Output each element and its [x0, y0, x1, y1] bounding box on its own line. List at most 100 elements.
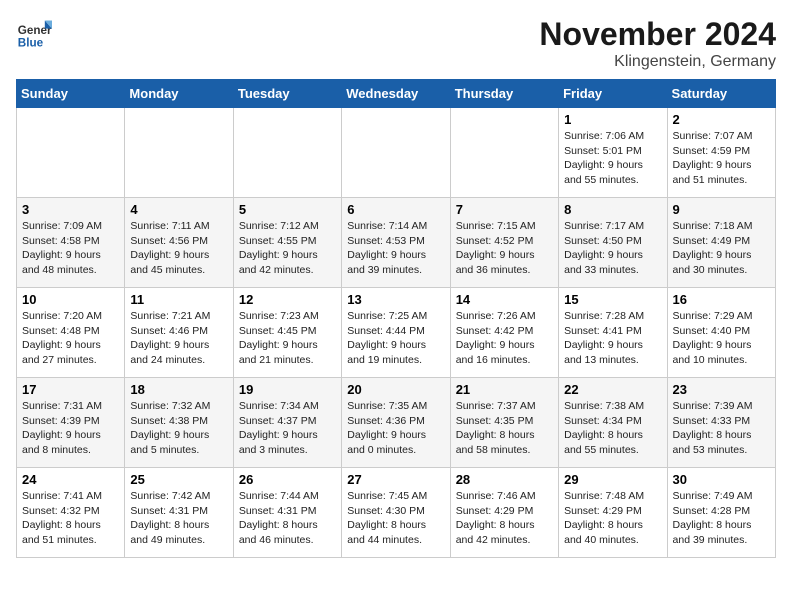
day-info: Sunrise: 7:07 AMSunset: 4:59 PMDaylight:… — [673, 129, 770, 188]
calendar-cell: 30 Sunrise: 7:49 AMSunset: 4:28 PMDaylig… — [667, 468, 775, 558]
page-header: General Blue November 2024 Klingenstein,… — [16, 16, 776, 71]
calendar-cell: 10 Sunrise: 7:20 AMSunset: 4:48 PMDaylig… — [17, 288, 125, 378]
day-info: Sunrise: 7:26 AMSunset: 4:42 PMDaylight:… — [456, 309, 553, 368]
day-number: 14 — [456, 292, 553, 307]
calendar-cell: 5 Sunrise: 7:12 AMSunset: 4:55 PMDayligh… — [233, 198, 341, 288]
calendar-week-5: 24 Sunrise: 7:41 AMSunset: 4:32 PMDaylig… — [17, 468, 776, 558]
day-number: 7 — [456, 202, 553, 217]
day-number: 24 — [22, 472, 119, 487]
day-info: Sunrise: 7:44 AMSunset: 4:31 PMDaylight:… — [239, 489, 336, 548]
day-number: 11 — [130, 292, 227, 307]
day-number: 9 — [673, 202, 770, 217]
logo-icon: General Blue — [16, 16, 52, 52]
calendar-cell: 29 Sunrise: 7:48 AMSunset: 4:29 PMDaylig… — [559, 468, 667, 558]
calendar-cell: 28 Sunrise: 7:46 AMSunset: 4:29 PMDaylig… — [450, 468, 558, 558]
calendar-cell: 14 Sunrise: 7:26 AMSunset: 4:42 PMDaylig… — [450, 288, 558, 378]
day-info: Sunrise: 7:42 AMSunset: 4:31 PMDaylight:… — [130, 489, 227, 548]
day-number: 3 — [22, 202, 119, 217]
day-info: Sunrise: 7:25 AMSunset: 4:44 PMDaylight:… — [347, 309, 444, 368]
day-info: Sunrise: 7:39 AMSunset: 4:33 PMDaylight:… — [673, 399, 770, 458]
day-info: Sunrise: 7:11 AMSunset: 4:56 PMDaylight:… — [130, 219, 227, 278]
calendar-cell: 25 Sunrise: 7:42 AMSunset: 4:31 PMDaylig… — [125, 468, 233, 558]
day-info: Sunrise: 7:45 AMSunset: 4:30 PMDaylight:… — [347, 489, 444, 548]
day-number: 28 — [456, 472, 553, 487]
calendar-table: SundayMondayTuesdayWednesdayThursdayFrid… — [16, 79, 776, 558]
calendar-header-sunday: Sunday — [17, 80, 125, 108]
calendar-header-monday: Monday — [125, 80, 233, 108]
calendar-cell: 18 Sunrise: 7:32 AMSunset: 4:38 PMDaylig… — [125, 378, 233, 468]
calendar-cell: 22 Sunrise: 7:38 AMSunset: 4:34 PMDaylig… — [559, 378, 667, 468]
calendar-cell — [17, 108, 125, 198]
calendar-header-friday: Friday — [559, 80, 667, 108]
calendar-cell: 21 Sunrise: 7:37 AMSunset: 4:35 PMDaylig… — [450, 378, 558, 468]
day-info: Sunrise: 7:49 AMSunset: 4:28 PMDaylight:… — [673, 489, 770, 548]
svg-text:Blue: Blue — [18, 37, 44, 50]
day-number: 21 — [456, 382, 553, 397]
calendar-cell — [342, 108, 450, 198]
day-info: Sunrise: 7:17 AMSunset: 4:50 PMDaylight:… — [564, 219, 661, 278]
day-number: 19 — [239, 382, 336, 397]
day-info: Sunrise: 7:38 AMSunset: 4:34 PMDaylight:… — [564, 399, 661, 458]
day-number: 6 — [347, 202, 444, 217]
calendar-week-3: 10 Sunrise: 7:20 AMSunset: 4:48 PMDaylig… — [17, 288, 776, 378]
day-info: Sunrise: 7:21 AMSunset: 4:46 PMDaylight:… — [130, 309, 227, 368]
day-info: Sunrise: 7:34 AMSunset: 4:37 PMDaylight:… — [239, 399, 336, 458]
day-info: Sunrise: 7:46 AMSunset: 4:29 PMDaylight:… — [456, 489, 553, 548]
day-number: 2 — [673, 112, 770, 127]
day-info: Sunrise: 7:12 AMSunset: 4:55 PMDaylight:… — [239, 219, 336, 278]
calendar-cell: 16 Sunrise: 7:29 AMSunset: 4:40 PMDaylig… — [667, 288, 775, 378]
day-number: 13 — [347, 292, 444, 307]
calendar-header-thursday: Thursday — [450, 80, 558, 108]
day-number: 25 — [130, 472, 227, 487]
calendar-cell: 20 Sunrise: 7:35 AMSunset: 4:36 PMDaylig… — [342, 378, 450, 468]
day-number: 26 — [239, 472, 336, 487]
day-number: 17 — [22, 382, 119, 397]
day-number: 12 — [239, 292, 336, 307]
calendar-cell: 24 Sunrise: 7:41 AMSunset: 4:32 PMDaylig… — [17, 468, 125, 558]
day-number: 20 — [347, 382, 444, 397]
calendar-week-1: 1 Sunrise: 7:06 AMSunset: 5:01 PMDayligh… — [17, 108, 776, 198]
calendar-cell: 12 Sunrise: 7:23 AMSunset: 4:45 PMDaylig… — [233, 288, 341, 378]
day-info: Sunrise: 7:09 AMSunset: 4:58 PMDaylight:… — [22, 219, 119, 278]
day-info: Sunrise: 7:31 AMSunset: 4:39 PMDaylight:… — [22, 399, 119, 458]
title-area: November 2024 Klingenstein, Germany — [539, 16, 776, 71]
logo: General Blue — [16, 16, 52, 52]
calendar-cell: 15 Sunrise: 7:28 AMSunset: 4:41 PMDaylig… — [559, 288, 667, 378]
calendar-cell: 9 Sunrise: 7:18 AMSunset: 4:49 PMDayligh… — [667, 198, 775, 288]
calendar-cell — [125, 108, 233, 198]
day-info: Sunrise: 7:14 AMSunset: 4:53 PMDaylight:… — [347, 219, 444, 278]
calendar-week-4: 17 Sunrise: 7:31 AMSunset: 4:39 PMDaylig… — [17, 378, 776, 468]
day-number: 16 — [673, 292, 770, 307]
calendar-week-2: 3 Sunrise: 7:09 AMSunset: 4:58 PMDayligh… — [17, 198, 776, 288]
day-number: 22 — [564, 382, 661, 397]
calendar-cell: 19 Sunrise: 7:34 AMSunset: 4:37 PMDaylig… — [233, 378, 341, 468]
calendar-cell: 27 Sunrise: 7:45 AMSunset: 4:30 PMDaylig… — [342, 468, 450, 558]
calendar-cell: 2 Sunrise: 7:07 AMSunset: 4:59 PMDayligh… — [667, 108, 775, 198]
day-info: Sunrise: 7:15 AMSunset: 4:52 PMDaylight:… — [456, 219, 553, 278]
calendar-cell: 26 Sunrise: 7:44 AMSunset: 4:31 PMDaylig… — [233, 468, 341, 558]
day-info: Sunrise: 7:20 AMSunset: 4:48 PMDaylight:… — [22, 309, 119, 368]
day-info: Sunrise: 7:28 AMSunset: 4:41 PMDaylight:… — [564, 309, 661, 368]
day-number: 15 — [564, 292, 661, 307]
day-info: Sunrise: 7:32 AMSunset: 4:38 PMDaylight:… — [130, 399, 227, 458]
calendar-header-wednesday: Wednesday — [342, 80, 450, 108]
day-number: 18 — [130, 382, 227, 397]
day-info: Sunrise: 7:37 AMSunset: 4:35 PMDaylight:… — [456, 399, 553, 458]
day-number: 1 — [564, 112, 661, 127]
day-number: 23 — [673, 382, 770, 397]
day-info: Sunrise: 7:18 AMSunset: 4:49 PMDaylight:… — [673, 219, 770, 278]
day-info: Sunrise: 7:41 AMSunset: 4:32 PMDaylight:… — [22, 489, 119, 548]
calendar-header-row: SundayMondayTuesdayWednesdayThursdayFrid… — [17, 80, 776, 108]
day-number: 5 — [239, 202, 336, 217]
calendar-cell — [450, 108, 558, 198]
day-number: 30 — [673, 472, 770, 487]
calendar-cell: 17 Sunrise: 7:31 AMSunset: 4:39 PMDaylig… — [17, 378, 125, 468]
day-info: Sunrise: 7:29 AMSunset: 4:40 PMDaylight:… — [673, 309, 770, 368]
calendar-cell: 4 Sunrise: 7:11 AMSunset: 4:56 PMDayligh… — [125, 198, 233, 288]
calendar-cell: 23 Sunrise: 7:39 AMSunset: 4:33 PMDaylig… — [667, 378, 775, 468]
day-number: 8 — [564, 202, 661, 217]
calendar-cell: 13 Sunrise: 7:25 AMSunset: 4:44 PMDaylig… — [342, 288, 450, 378]
calendar-header-saturday: Saturday — [667, 80, 775, 108]
calendar-cell: 11 Sunrise: 7:21 AMSunset: 4:46 PMDaylig… — [125, 288, 233, 378]
calendar-cell: 7 Sunrise: 7:15 AMSunset: 4:52 PMDayligh… — [450, 198, 558, 288]
